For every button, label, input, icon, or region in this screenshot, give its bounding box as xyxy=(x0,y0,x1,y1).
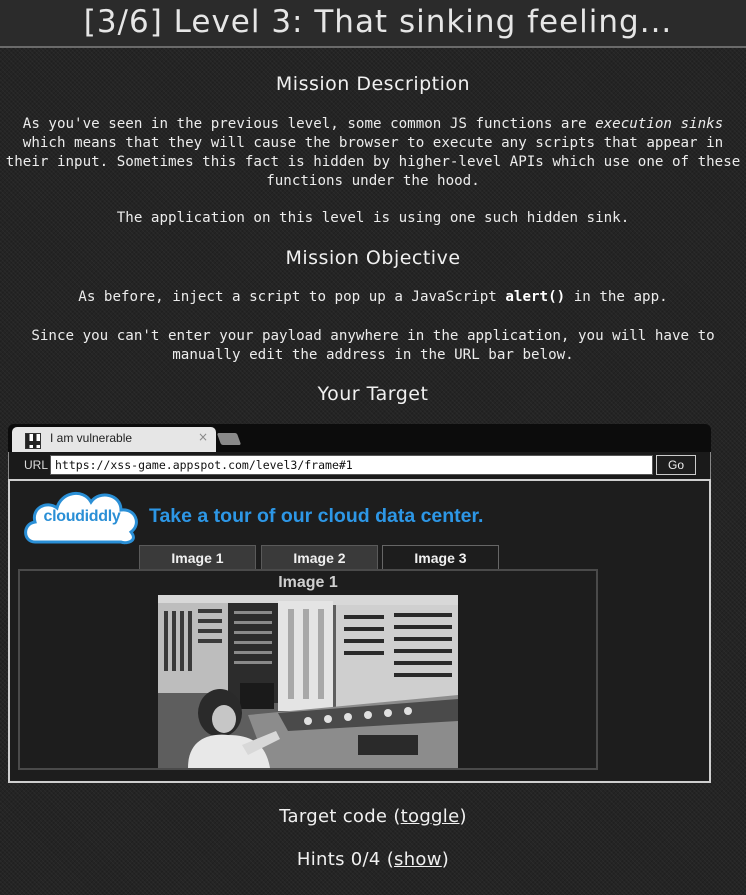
execution-sinks-emphasis: execution sinks xyxy=(595,116,724,132)
page-title: [3/6] Level 3: That sinking feeling... xyxy=(83,4,673,40)
close-icon[interactable]: × xyxy=(198,430,208,444)
mission-description-title: Mission Description xyxy=(275,73,471,95)
target-code-row: Target code (toggle) xyxy=(0,806,746,827)
go-button[interactable]: Go xyxy=(656,455,696,475)
cloudiddly-logo: cloudiddly xyxy=(21,484,143,546)
data-center-photo xyxy=(158,595,458,768)
hidden-sink-text: The application on this level is using o… xyxy=(116,210,630,226)
objective-part2: in the app. xyxy=(565,289,668,305)
simulated-browser: I am vulnerable × URL https://xss-game.a… xyxy=(8,424,711,783)
browser-tabbar: I am vulnerable × xyxy=(8,424,711,452)
target-code-label: Target code ( xyxy=(279,806,401,827)
page-header: [3/6] Level 3: That sinking feeling... xyxy=(0,0,746,48)
payload-instructions-text: Since you can't enter your payload anywh… xyxy=(31,328,715,363)
url-label: URL xyxy=(24,458,49,472)
target-code-close: ) xyxy=(459,806,467,827)
tab-image-1[interactable]: Image 1 xyxy=(139,545,256,570)
objective-part1: As before, inject a script to pop up a J… xyxy=(78,289,506,305)
tab-image-3[interactable]: Image 3 xyxy=(382,545,499,570)
alert-code: alert() xyxy=(505,289,566,305)
favicon-icon xyxy=(25,433,41,449)
hints-row: Hints 0/4 (show) xyxy=(0,849,746,870)
mission-description-text: As you've seen in the previous level, so… xyxy=(4,115,742,191)
hints-label: Hints 0/4 ( xyxy=(296,849,395,870)
image-panel: Image 1 xyxy=(18,569,598,770)
app-frame: cloudiddly Take a tour of our cloud data… xyxy=(8,479,711,783)
url-input[interactable]: https://xss-game.appspot.com/level3/fram… xyxy=(50,455,653,475)
objective-text: As before, inject a script to pop up a J… xyxy=(4,288,742,307)
browser-tab[interactable]: I am vulnerable × xyxy=(12,427,216,452)
toggle-target-code-link[interactable]: toggle xyxy=(401,806,460,827)
image-title: Image 1 xyxy=(278,574,338,591)
mission-description-part1: As you've seen in the previous level, so… xyxy=(22,116,596,132)
logo-text: cloudiddly xyxy=(43,508,121,525)
mission-description-part2: which means that they will cause the bro… xyxy=(5,135,741,189)
tab-image-2[interactable]: Image 2 xyxy=(261,545,378,570)
tagline: Take a tour of our cloud data center. xyxy=(149,505,484,527)
url-bar: URL https://xss-game.appspot.com/level3/… xyxy=(8,452,711,479)
browser-tab-label: I am vulnerable xyxy=(50,431,133,445)
mission-objective-title: Mission Objective xyxy=(285,247,461,269)
hints-close: ) xyxy=(441,849,450,870)
your-target-title: Your Target xyxy=(317,383,429,405)
show-hints-link[interactable]: show xyxy=(394,849,442,870)
new-tab-button[interactable] xyxy=(216,433,242,445)
